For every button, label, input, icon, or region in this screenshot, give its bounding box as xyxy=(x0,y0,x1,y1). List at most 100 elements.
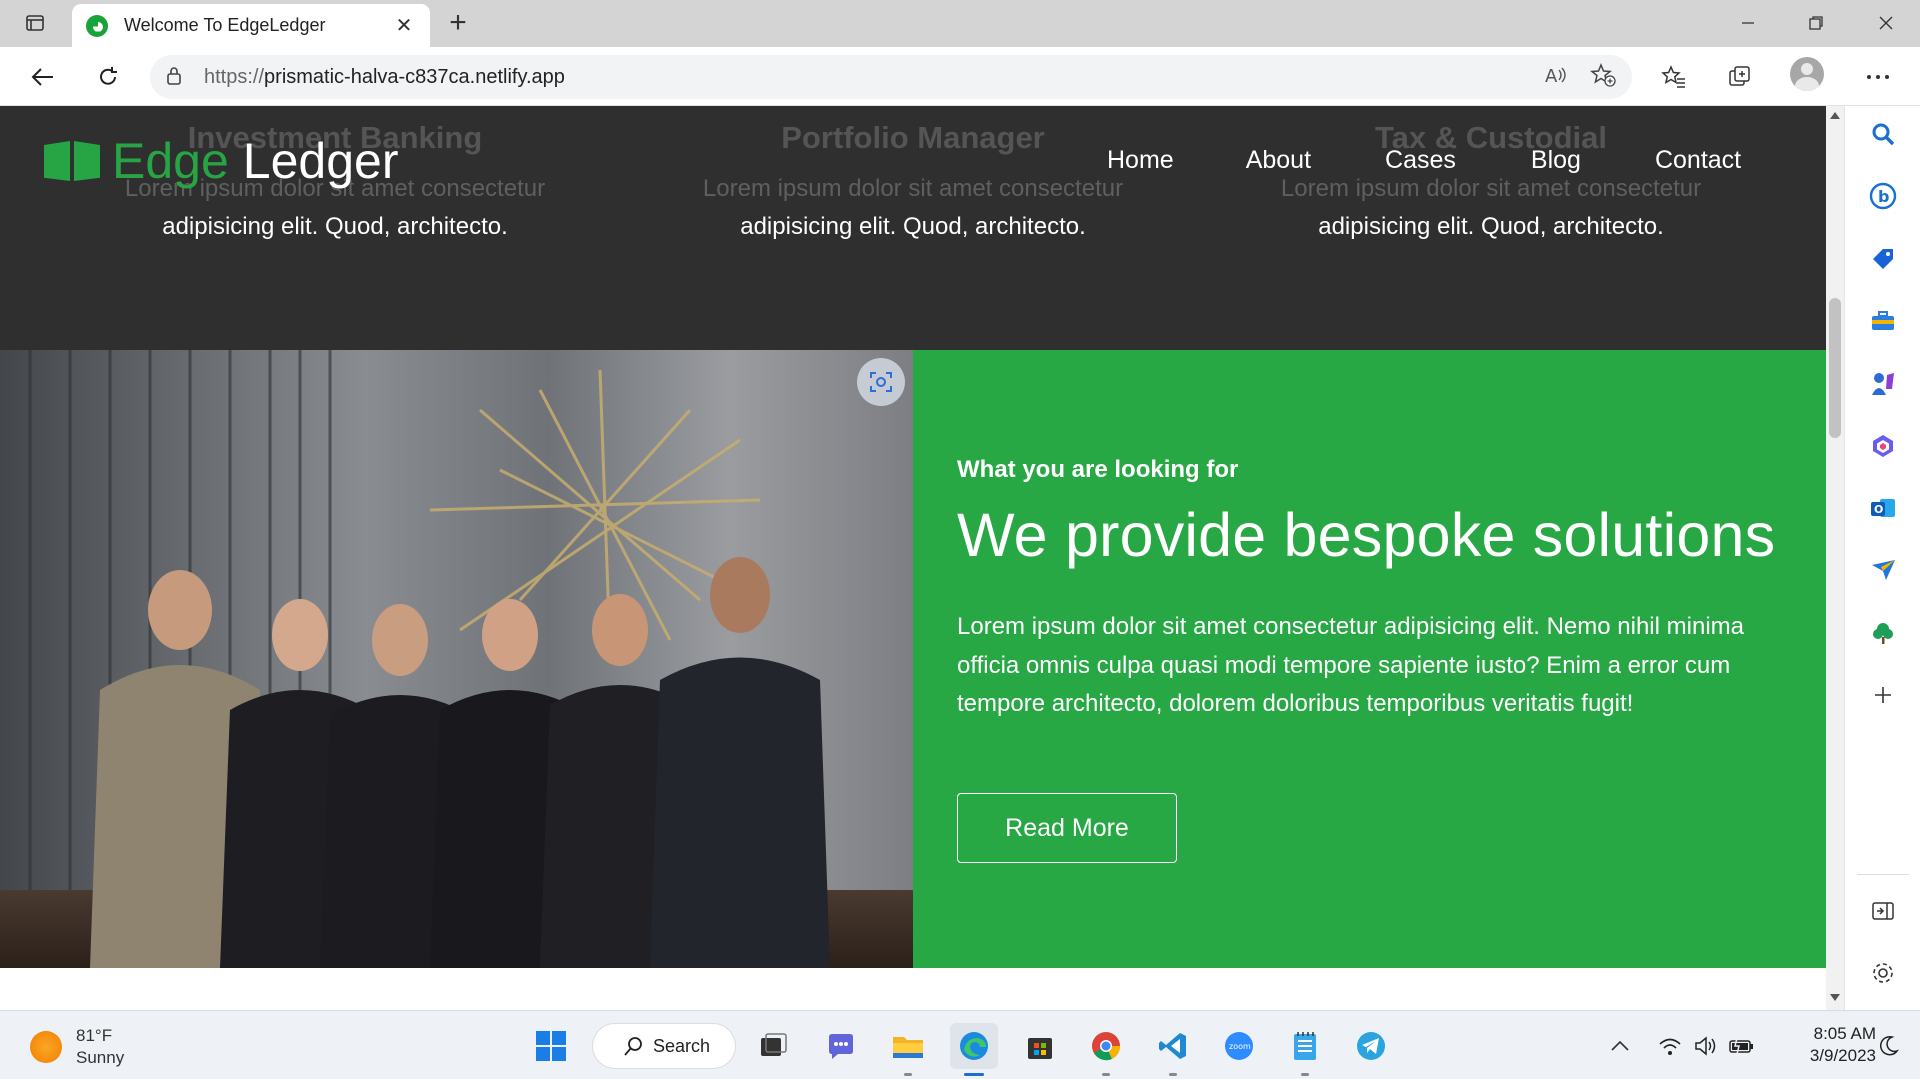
page-scrollbar[interactable] xyxy=(1826,106,1844,1010)
add-favorite-icon[interactable] xyxy=(1590,62,1616,92)
clock-date: 3/9/2023 xyxy=(1809,1046,1876,1065)
active-indicator xyxy=(964,1073,984,1076)
site-favicon-icon xyxy=(86,14,108,37)
outlook-icon[interactable]: O xyxy=(1864,489,1902,527)
read-more-button[interactable]: Read More xyxy=(957,793,1177,863)
edge-sidebar: b O xyxy=(1844,106,1920,1010)
telegram-icon[interactable] xyxy=(1347,1023,1395,1069)
address-bar[interactable]: https://prismatic-halva-c837ca.netlify.a… xyxy=(150,55,1632,99)
nav-contact[interactable]: Contact xyxy=(1655,146,1741,175)
task-view-icon[interactable] xyxy=(749,1023,797,1069)
chrome-icon[interactable] xyxy=(1082,1023,1130,1069)
nav-cases[interactable]: Cases xyxy=(1385,146,1456,175)
profile-avatar[interactable] xyxy=(1790,57,1824,91)
running-indicator xyxy=(1301,1073,1309,1076)
main-nav: Home About Cases Blog Contact xyxy=(1070,146,1741,175)
hero-panel: What you are looking for We provide besp… xyxy=(913,350,1826,968)
close-tab-icon[interactable]: ✕ xyxy=(392,13,416,38)
site-logo[interactable]: Edge Ledger xyxy=(44,132,398,190)
lock-icon[interactable] xyxy=(166,65,182,90)
collections-icon[interactable] xyxy=(1718,55,1762,99)
volume-icon[interactable] xyxy=(1686,1023,1726,1069)
running-indicator xyxy=(904,1073,912,1076)
start-windows-icon[interactable] xyxy=(527,1023,575,1069)
games-icon[interactable] xyxy=(1864,364,1902,402)
svg-text:b: b xyxy=(1878,187,1889,206)
taskbar-search-label: Search xyxy=(653,1035,711,1056)
hide-sidebar-icon[interactable] xyxy=(1864,892,1902,930)
service-text-line2: adipisicing elit. Quod, architecto. xyxy=(162,213,508,240)
book-logo-icon xyxy=(44,141,100,181)
new-tab-button[interactable]: + xyxy=(440,8,476,40)
hero-kicker: What you are looking for xyxy=(957,456,1239,483)
hero-heading: We provide bespoke solutions xyxy=(957,501,1776,569)
read-aloud-icon[interactable]: A xyxy=(1544,64,1568,91)
browser-tab-strip: Welcome To EdgeLedger ✕ + xyxy=(0,0,1920,47)
settings-more-icon[interactable] xyxy=(1856,55,1900,99)
back-icon[interactable] xyxy=(20,55,64,99)
service-card: Portfolio Manager Lorem ipsum dolor sit … xyxy=(625,118,1201,246)
services-band: Investment Banking Lorem ipsum dolor sit… xyxy=(0,106,1826,350)
logo-text-edge: Edge xyxy=(112,133,229,189)
show-hidden-icons-icon[interactable] xyxy=(1600,1023,1640,1069)
service-card: Tax & Custodial Lorem ipsum dolor sit am… xyxy=(1203,118,1779,246)
tools-briefcase-icon[interactable] xyxy=(1864,302,1902,340)
weather-widget[interactable]: 81°F Sunny xyxy=(30,1025,124,1069)
svg-text:A: A xyxy=(1545,66,1558,86)
bing-chat-icon[interactable]: b xyxy=(1864,177,1902,215)
visual-search-icon[interactable] xyxy=(857,358,905,406)
tab-actions-icon[interactable] xyxy=(12,10,58,36)
active-tab[interactable]: Welcome To EdgeLedger ✕ xyxy=(72,4,430,47)
zoom-icon[interactable]: zoom xyxy=(1215,1023,1263,1069)
minimize-icon[interactable] xyxy=(1720,6,1776,40)
system-clock[interactable]: 8:05 AM 3/9/2023 xyxy=(1772,1023,1876,1067)
nav-about[interactable]: About xyxy=(1246,146,1311,175)
weather-condition: Sunny xyxy=(76,1048,125,1067)
wifi-icon[interactable] xyxy=(1650,1023,1690,1069)
scroll-down-icon[interactable] xyxy=(1830,994,1840,1001)
scroll-up-icon[interactable] xyxy=(1830,112,1840,119)
running-indicator xyxy=(1169,1073,1177,1076)
favorites-icon[interactable] xyxy=(1652,55,1696,99)
hero-body: Lorem ipsum dolor sit amet consectetur a… xyxy=(957,613,1744,717)
close-window-icon[interactable] xyxy=(1858,6,1914,40)
nav-blog[interactable]: Blog xyxy=(1531,146,1581,175)
notifications-moon-icon[interactable] xyxy=(1868,1023,1908,1069)
microsoft-store-icon[interactable] xyxy=(1016,1023,1064,1069)
svg-text:zoom: zoom xyxy=(1229,1042,1251,1051)
nav-home[interactable]: Home xyxy=(1107,146,1174,175)
running-indicator xyxy=(1102,1073,1110,1076)
sidebar-settings-icon[interactable] xyxy=(1864,954,1902,992)
sidebar-divider xyxy=(1857,874,1909,875)
clock-time: 8:05 AM xyxy=(1813,1024,1876,1043)
taskbar-search[interactable]: Search xyxy=(592,1023,736,1069)
send-drop-icon[interactable] xyxy=(1864,551,1902,589)
service-text-line2: adipisicing elit. Quod, architecto. xyxy=(740,213,1086,240)
scrollbar-thumb[interactable] xyxy=(1829,298,1841,438)
refresh-icon[interactable] xyxy=(86,55,130,99)
service-text-line1: Lorem ipsum dolor sit amet consectetur xyxy=(1280,175,1702,202)
vscode-icon[interactable] xyxy=(1149,1023,1197,1069)
notepad-icon[interactable] xyxy=(1281,1023,1329,1069)
windows-taskbar: 81°F Sunny Search zoom 8:05 AM 3/9/2023 xyxy=(0,1010,1920,1079)
file-explorer-icon[interactable] xyxy=(884,1023,932,1069)
tree-icon[interactable] xyxy=(1864,614,1902,652)
url-text[interactable]: https://prismatic-halva-c837ca.netlify.a… xyxy=(204,66,565,89)
search-icon[interactable] xyxy=(1864,115,1902,153)
weather-temperature: 81°F xyxy=(76,1026,113,1045)
teams-chat-icon[interactable] xyxy=(817,1023,865,1069)
page-viewport: Investment Banking Lorem ipsum dolor sit… xyxy=(0,106,1826,1010)
svg-text:O: O xyxy=(1874,503,1883,516)
microsoft-365-icon[interactable] xyxy=(1864,427,1902,465)
battery-icon[interactable] xyxy=(1722,1023,1762,1069)
service-text-line2: adipisicing elit. Quod, architecto. xyxy=(1318,213,1664,240)
taskbar-search-icon xyxy=(624,1037,642,1056)
browser-toolbar: https://prismatic-halva-c837ca.netlify.a… xyxy=(0,47,1920,106)
restore-icon[interactable] xyxy=(1788,6,1844,40)
logo-text-ledger: Ledger xyxy=(242,133,399,189)
service-text-line1: Lorem ipsum dolor sit amet consectetur xyxy=(702,175,1124,202)
shopping-tag-icon[interactable] xyxy=(1864,240,1902,278)
add-sidebar-app-icon[interactable] xyxy=(1864,676,1902,714)
edge-browser-icon[interactable] xyxy=(950,1023,998,1069)
sun-icon xyxy=(30,1031,62,1063)
